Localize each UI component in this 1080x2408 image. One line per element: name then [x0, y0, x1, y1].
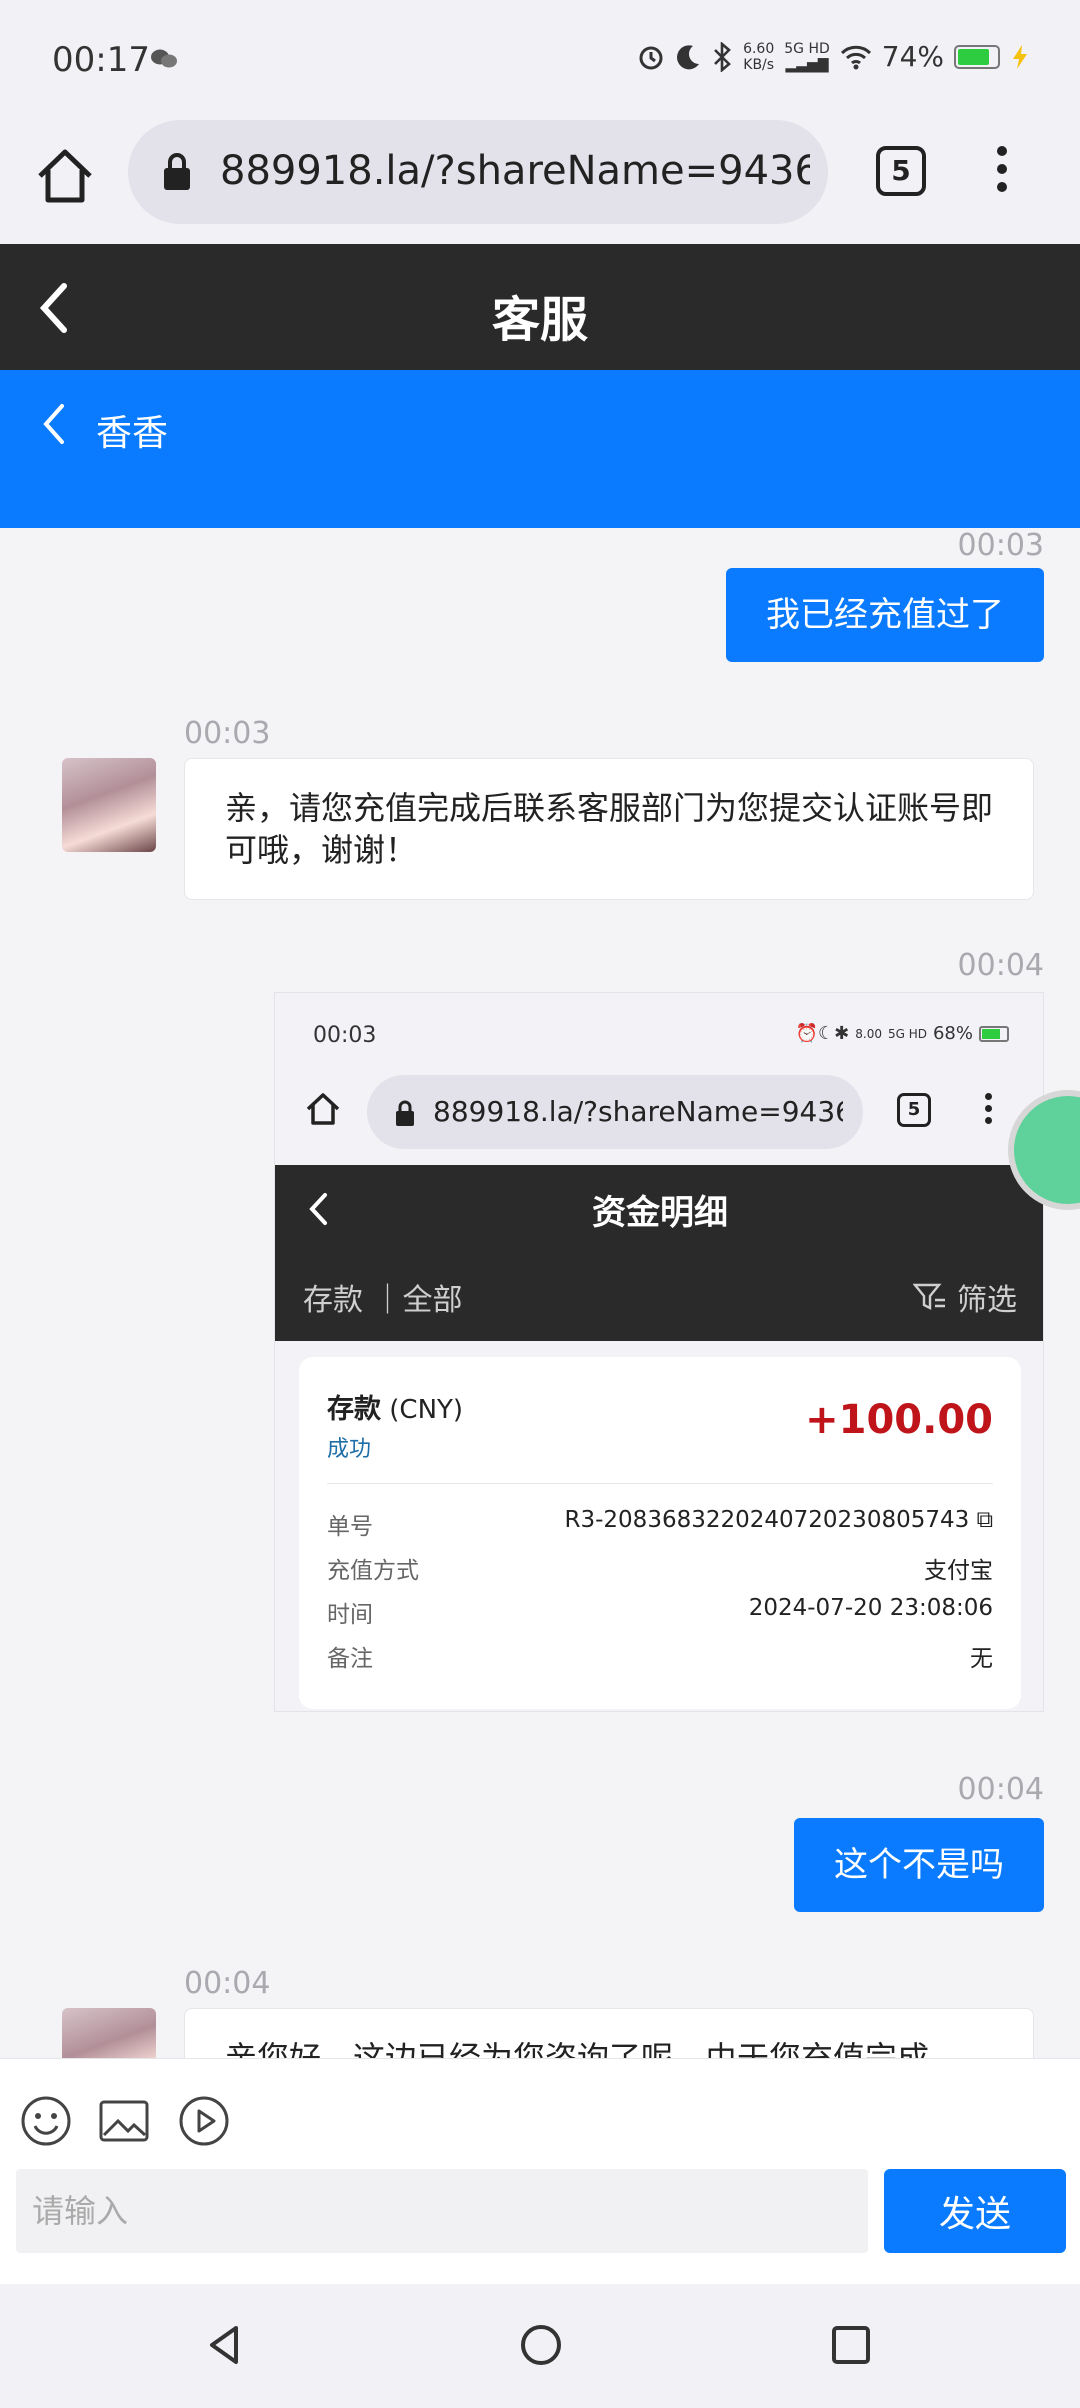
- message-input[interactable]: [16, 2169, 868, 2253]
- shot-address-bar: 889918.la/?shareName=943633.c: [367, 1075, 863, 1149]
- shot-filter: 筛选: [913, 1275, 1017, 1319]
- shot-alarm-moon-icons: ⏰☾✱: [795, 1023, 850, 1044]
- video-icon[interactable]: [178, 2095, 230, 2147]
- shot-home-icon: [306, 1093, 340, 1125]
- shot-filter-category: 存款 ｜全部: [303, 1283, 463, 1318]
- shot-transaction-card: 存款 (CNY) 成功 +100.00 单号 R3-20836832202407…: [299, 1357, 1021, 1709]
- shot-filter-label: 筛选: [957, 1283, 1017, 1318]
- shot-header: 资金明细 存款 ｜全部 筛选: [275, 1165, 1043, 1341]
- shot-status-icons: ⏰☾✱ 8.00 5G HD 68%: [796, 1023, 1009, 1044]
- shot-menu-icon: [983, 1093, 993, 1129]
- shot-battery-icon: [979, 1025, 1009, 1042]
- nav-home-icon[interactable]: [518, 2322, 564, 2368]
- lock-icon: [164, 153, 190, 190]
- agent-avatar[interactable]: [62, 758, 156, 852]
- shot-txn-amount: +100.00: [805, 1397, 993, 1443]
- agent-avatar[interactable]: [62, 2008, 156, 2058]
- copy-icon: ⧉: [976, 1507, 993, 1533]
- more-menu-icon[interactable]: [992, 146, 1012, 202]
- incoming-message[interactable]: 亲，请您充值完成后联系客服部门为您提交认证账号即可哦，谢谢！: [184, 758, 1034, 900]
- shot-txn-type: 存款 (CNY): [327, 1394, 464, 1425]
- shot-url: 889918.la/?shareName=943633.c: [433, 1095, 843, 1128]
- outgoing-message[interactable]: 我已经充值过了: [726, 568, 1044, 662]
- message-timestamp: 00:04: [957, 948, 1044, 983]
- shot-divider: [327, 1483, 993, 1484]
- page-title: 客服: [491, 292, 588, 348]
- message-timestamp: 00:04: [184, 1966, 271, 2001]
- status-bar: 00:17 6.60 KB/s 5G HD ▂▃▅▇ 74%: [0, 0, 1080, 120]
- shot-lock-icon: [396, 1100, 414, 1126]
- agent-name[interactable]: 香香: [96, 404, 168, 456]
- message-timestamp: 00:03: [184, 716, 271, 751]
- shot-status-bar: 00:03 ⏰☾✱ 8.00 5G HD 68%: [275, 993, 1043, 1063]
- nav-back-icon[interactable]: [202, 2322, 248, 2368]
- wechat-notification-icon: [151, 49, 177, 68]
- send-button[interactable]: 发送: [884, 2169, 1066, 2253]
- shot-title: 资金明细: [592, 1193, 728, 1233]
- bluetooth-icon: [714, 41, 731, 72]
- agent-back-icon[interactable]: [40, 402, 68, 446]
- system-nav-bar: [0, 2284, 1080, 2408]
- status-time: 00:17: [52, 40, 150, 80]
- page-header: 客服: [0, 244, 1080, 370]
- status-icons: 6.60 KB/s 5G HD ▂▃▅▇ 74%: [637, 40, 1030, 73]
- moon-icon: [677, 44, 700, 69]
- battery-percent: 74%: [881, 40, 944, 73]
- shot-tab-count: 5: [897, 1093, 931, 1127]
- agent-bar: 香香: [0, 370, 1080, 528]
- image-icon[interactable]: [98, 2095, 150, 2147]
- composer: 发送: [0, 2058, 1080, 2284]
- outgoing-message[interactable]: 这个不是吗: [794, 1818, 1044, 1912]
- shot-time: 00:03: [313, 1023, 377, 1048]
- shot-net-speed: 8.00: [855, 1026, 882, 1041]
- chat-area[interactable]: 00:03 我已经充值过了 00:03 亲，请您充值完成后联系客服部门为您提交认…: [0, 528, 1080, 2058]
- home-icon[interactable]: [30, 142, 100, 212]
- network-speed: 6.60 KB/s: [743, 40, 775, 73]
- emoji-icon[interactable]: [20, 2095, 72, 2147]
- shot-net-type: 5G HD: [887, 1026, 927, 1041]
- battery-icon: [954, 44, 1000, 69]
- signal-icon: 5G HD ▂▃▅▇: [784, 40, 830, 73]
- url-text: 889918.la/?shareName=943633.c: [220, 148, 810, 194]
- shot-filter-icon: [913, 1283, 945, 1310]
- incoming-message[interactable]: 亲您好，这边已经为您咨询了呢，由于您充值完成: [184, 2008, 1034, 2058]
- address-bar[interactable]: 889918.la/?shareName=943633.c: [128, 120, 828, 224]
- tab-switcher-button[interactable]: 5: [876, 146, 926, 196]
- shot-battery-percent: 68%: [932, 1023, 973, 1044]
- alarm-icon: [639, 46, 663, 69]
- message-timestamp: 00:03: [957, 528, 1044, 563]
- shot-txn-status: 成功: [327, 1437, 372, 1462]
- nav-recents-icon[interactable]: [828, 2322, 874, 2368]
- image-message[interactable]: 00:03 ⏰☾✱ 8.00 5G HD 68% 889918.la/?shar…: [274, 992, 1044, 1712]
- wifi-icon: [840, 45, 871, 69]
- message-timestamp: 00:04: [957, 1772, 1044, 1807]
- charging-icon: [1013, 44, 1027, 69]
- browser-toolbar: 889918.la/?shareName=943633.c 5: [0, 120, 1080, 244]
